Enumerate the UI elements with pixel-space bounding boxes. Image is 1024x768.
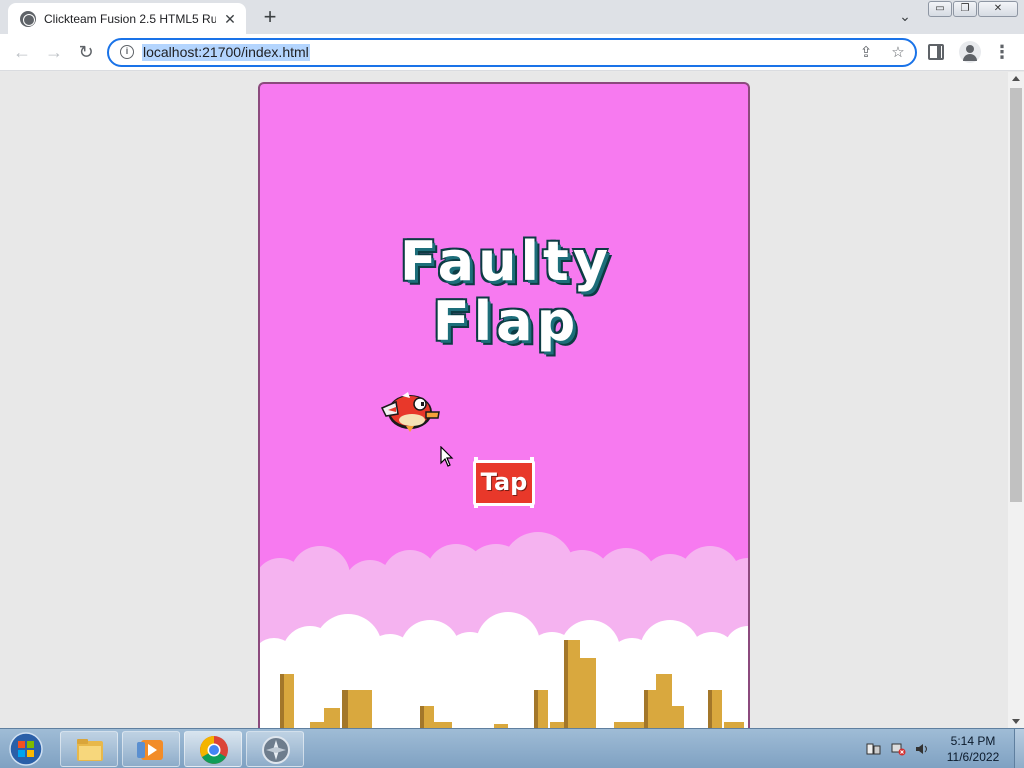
windows-taskbar: 5:14 PM 11/6/2022 xyxy=(0,728,1024,768)
chrome-icon xyxy=(200,736,228,764)
action-center-flag-icon[interactable] xyxy=(866,742,882,756)
folder-icon xyxy=(77,739,103,761)
browser-tab[interactable]: Clickteam Fusion 2.5 HTML5 Run ✕ xyxy=(8,3,246,34)
taskbar-explorer-button[interactable] xyxy=(60,731,118,767)
reload-icon[interactable]: ↻ xyxy=(74,40,98,64)
tab-title: Clickteam Fusion 2.5 HTML5 Run xyxy=(44,11,216,26)
browser-toolbar: ← → ↻ i localhost:21700/index.html ⇪ ☆ ⋮ xyxy=(0,34,1024,71)
side-panel-icon[interactable] xyxy=(928,44,944,60)
tab-close-icon[interactable]: ✕ xyxy=(222,11,238,27)
site-info-icon[interactable]: i xyxy=(120,45,134,59)
network-icon[interactable] xyxy=(890,742,906,756)
clock-date: 11/6/2022 xyxy=(946,750,1000,764)
tap-sparkle xyxy=(530,504,534,508)
compass-icon xyxy=(262,736,290,764)
bird-sprite xyxy=(380,392,440,432)
url-text[interactable]: localhost:21700/index.html xyxy=(142,44,310,61)
start-button[interactable] xyxy=(6,731,46,767)
game-title: Faulty Flap xyxy=(399,230,613,353)
scroll-thumb[interactable] xyxy=(1010,88,1022,502)
restore-button[interactable]: ❐ xyxy=(953,1,977,17)
game-scenery xyxy=(260,532,748,728)
forward-arrow-icon[interactable]: → xyxy=(42,40,66,64)
game-canvas[interactable]: Faulty Flap Tap xyxy=(258,82,750,728)
media-player-icon xyxy=(137,740,163,760)
tap-sparkle xyxy=(474,457,478,461)
more-menu-icon[interactable]: ⋮ xyxy=(992,42,1012,62)
vertical-scrollbar[interactable] xyxy=(1008,72,1024,728)
globe-icon xyxy=(20,10,36,27)
taskbar-media-player-button[interactable] xyxy=(122,731,180,767)
tab-search-chevron-icon[interactable]: ⌄ xyxy=(895,8,915,26)
close-window-button[interactable]: ✕ xyxy=(978,1,1018,17)
volume-icon[interactable] xyxy=(914,742,930,756)
new-tab-button[interactable]: + xyxy=(258,6,282,30)
mouse-pointer-icon xyxy=(440,446,454,467)
scroll-down-arrow-icon[interactable] xyxy=(1012,719,1020,724)
bookmark-star-icon[interactable]: ☆ xyxy=(889,44,907,62)
browser-titlebar: Clickteam Fusion 2.5 HTML5 Run ✕ + ⌄ ▭ ❐… xyxy=(0,0,1024,34)
minimize-button[interactable]: ▭ xyxy=(928,1,952,17)
tap-button[interactable]: Tap xyxy=(473,460,535,506)
share-icon[interactable]: ⇪ xyxy=(857,44,875,62)
tap-sparkle xyxy=(530,457,534,461)
address-bar[interactable]: i localhost:21700/index.html ⇪ ☆ xyxy=(107,38,917,67)
clock-time: 5:14 PM xyxy=(950,734,996,748)
back-arrow-icon[interactable]: ← xyxy=(10,40,34,64)
system-clock[interactable]: 5:14 PM 11/6/2022 xyxy=(936,733,1010,765)
page-viewport: Faulty Flap Tap xyxy=(0,72,1008,728)
taskbar-compass-button[interactable] xyxy=(246,731,304,767)
profile-avatar-icon[interactable] xyxy=(959,41,981,63)
tap-sparkle xyxy=(474,504,478,508)
show-desktop-button[interactable] xyxy=(1014,729,1024,768)
taskbar-chrome-button[interactable] xyxy=(184,731,242,767)
scroll-up-arrow-icon[interactable] xyxy=(1012,76,1020,81)
